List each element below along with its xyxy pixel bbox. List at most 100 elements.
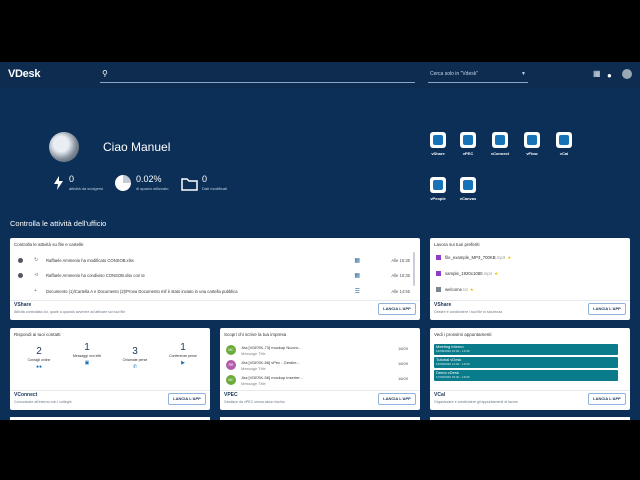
activity-text: Documento (1)/Cartella A e Documento (2)…: [46, 289, 238, 294]
launch-app-button[interactable]: LANCIA L'APP: [168, 393, 206, 405]
pec-message-row[interactable]: RR Jira [VDESK-56] vPec - Gestire... Mes…: [224, 359, 416, 373]
sender-badge: RR: [226, 360, 236, 370]
pec-message-row[interactable]: MC Jira [VDESK-73] mockup Nuovo... Messa…: [224, 344, 416, 358]
card-title: Lavora sui tuoi preferiti: [434, 242, 480, 247]
launch-app-button[interactable]: LANCIA L'APP: [378, 303, 416, 315]
app-label: vConnect: [490, 151, 510, 156]
calendar-card: Vedi i prossimi appuntamenti Meeting int…: [430, 328, 630, 410]
user-avatar: [18, 258, 23, 263]
stat-label: Consigli online: [27, 358, 51, 362]
favorite-file[interactable]: file_example_MP3_700KB.mp3 ★: [436, 255, 511, 261]
activity-time: Alle 15:35: [391, 273, 410, 278]
app-vcal[interactable]: vCal: [553, 132, 575, 156]
grid-action-icon[interactable]: ▦: [354, 257, 360, 264]
stat-value: 0: [202, 174, 208, 184]
bell-icon[interactable]: ●: [607, 71, 612, 80]
user-avatar[interactable]: [622, 69, 632, 79]
stat-label: Conferenze perse: [169, 354, 197, 358]
divider: [430, 390, 630, 391]
favorite-file[interactable]: welcome.txt ★: [436, 287, 474, 293]
phone-icon: ✆: [132, 364, 138, 370]
stat-label: di spazio utilizzato: [136, 186, 169, 191]
message-date: 16/09: [397, 361, 408, 366]
file-ext: .txt: [461, 287, 468, 292]
message-subject: Jira [VDESK-73] mockup Nuovo...: [241, 345, 302, 350]
top-bar: VDesk ⚲ Cerca solo in "Vdesk" ▼ ▦ ●: [0, 62, 640, 88]
search-scope-select[interactable]: Cerca solo in "Vdesk" ▼: [428, 67, 528, 83]
connect-stat[interactable]: 1 Messaggi non letti ▣: [66, 342, 108, 366]
app-vcanvas[interactable]: vCanvas: [457, 177, 479, 201]
calendar-event[interactable]: Demo vDesk 17/09/2020 15:00 - 16:00: [434, 370, 618, 381]
app-label: vPEC: [462, 151, 474, 156]
activity-row[interactable]: ⊲ Raffaele Ammenio ha condiviso CONSOB.x…: [14, 269, 410, 283]
card-app-name: VCal: [434, 392, 446, 398]
refresh-icon: ↻: [34, 257, 39, 263]
message-date: 16/09: [397, 376, 408, 381]
file-name: welcome: [445, 287, 462, 292]
connect-stat[interactable]: 2 Consigli online ●●: [18, 346, 60, 370]
vpeople-icon: [430, 177, 446, 193]
activity-row[interactable]: + Documento (1)/Cartella A e Documento (…: [14, 285, 410, 299]
app-vpec[interactable]: vPEC: [457, 132, 479, 156]
stat-label: attività da svolgersi: [69, 186, 104, 191]
search-icon: ⚲: [102, 69, 108, 78]
divider: [220, 390, 420, 391]
pec-message-row[interactable]: MC Jira [VDESK-56] mockup inserire... Me…: [224, 374, 416, 388]
card-app-desc: Comunicare all'interno con i colleghi: [14, 400, 72, 404]
card-app-desc: Gestisce da vPEC senza alcun rischio: [224, 400, 285, 404]
stat-label: Messaggi non letti: [72, 354, 102, 358]
file-name: sample_1920x1080: [445, 271, 483, 276]
message-preview: Message Title: [241, 351, 266, 356]
stat-value: 0.02%: [136, 174, 162, 184]
connect-stat[interactable]: 1 Conferenze perse ▶: [162, 342, 204, 366]
app-vshare[interactable]: vShare: [427, 132, 449, 156]
star-icon[interactable]: ★: [470, 287, 474, 292]
search-input[interactable]: ⚲: [100, 67, 415, 83]
card-app-name: VShare: [14, 302, 32, 308]
stat-value: 1: [84, 342, 90, 353]
message-subject: Jira [VDESK-56] mockup inserire...: [241, 375, 303, 380]
activity-time: Alle 15:35: [391, 258, 410, 263]
vpec-icon: [460, 132, 476, 148]
launch-app-button[interactable]: LANCIA L'APP: [378, 393, 416, 405]
app-vpeople[interactable]: vPeople: [427, 177, 449, 201]
launch-app-button[interactable]: LANCIA L'APP: [588, 303, 626, 315]
scrollbar[interactable]: [413, 252, 415, 286]
connect-stat[interactable]: 3 Chiamate perse ✆: [114, 346, 156, 370]
file-name: file_example_MP3_700KB: [445, 255, 496, 260]
calendar-event[interactable]: Meeting interno 16/08/2020 16:00 - 13:30: [434, 344, 618, 355]
divider: [10, 300, 420, 301]
app-label: vCal: [559, 151, 569, 156]
calendar-event[interactable]: Tutorial vDesk 16/08/2020 14:00 - 15:00: [434, 357, 618, 368]
app-vflow[interactable]: vFlow: [521, 132, 543, 156]
next-card-edge: [10, 417, 210, 420]
video-icon: ▶: [181, 360, 185, 366]
card-app-desc: Gestire e condividere i tuoi file in sic…: [434, 310, 503, 314]
card-app-name: VShare: [434, 302, 452, 308]
app-logo[interactable]: VDesk: [8, 68, 40, 80]
next-card-edge: [220, 417, 420, 420]
section-title: Controlla le attività dell'ufficio: [10, 219, 107, 228]
app-label: vCanvas: [459, 196, 477, 201]
stat-value: 1: [180, 342, 186, 353]
file-ext: .mp3: [495, 255, 506, 260]
list-action-icon[interactable]: ☰: [355, 288, 360, 295]
app-label: vFlow: [526, 151, 538, 156]
star-icon[interactable]: ★: [507, 255, 511, 260]
vdesk-app: VDesk ⚲ Cerca solo in "Vdesk" ▼ ▦ ● Ciao…: [0, 62, 640, 420]
app-vconnect[interactable]: vConnect: [489, 132, 511, 156]
video-file-icon: [436, 271, 441, 277]
pie-icon: [115, 175, 131, 191]
favorite-file[interactable]: sample_1920x1080.mp4 ★: [436, 271, 498, 277]
activity-row[interactable]: ↻ Raffaele Ammenio ha modificato CONSOB.…: [14, 254, 410, 268]
user-avatar: [18, 273, 23, 278]
app-label: vShare: [431, 151, 445, 156]
vflow-icon: [524, 132, 540, 148]
star-icon[interactable]: ★: [494, 271, 498, 276]
event-time: 16/08/2020 16:00 - 13:30: [436, 349, 470, 353]
grid-action-icon[interactable]: ▦: [354, 272, 360, 279]
grid-icon[interactable]: ▦: [593, 70, 601, 78]
launch-app-button[interactable]: LANCIA L'APP: [588, 393, 626, 405]
favorites-card: Lavora sui tuoi preferiti file_example_M…: [430, 238, 630, 320]
vcanvas-icon: [460, 177, 476, 193]
